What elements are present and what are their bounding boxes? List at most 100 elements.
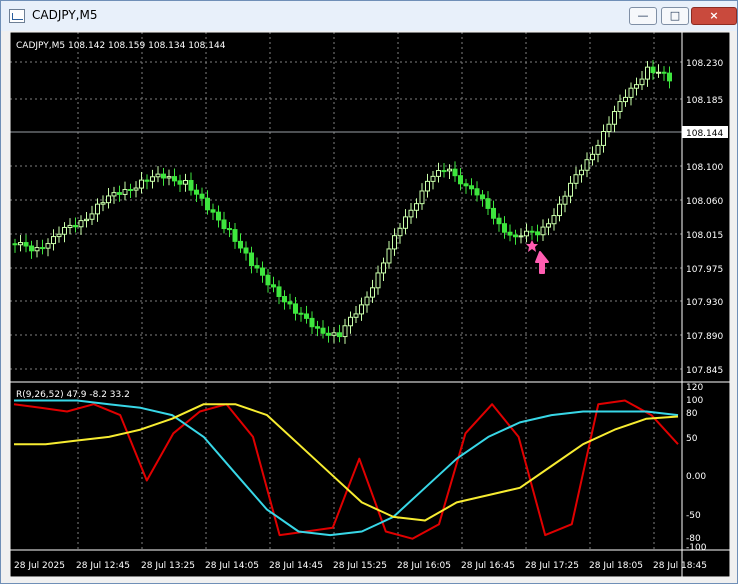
candle-body[interactable]	[634, 84, 639, 89]
candle-body[interactable]	[62, 226, 67, 235]
candle-body[interactable]	[436, 170, 441, 177]
candle-body[interactable]	[337, 332, 342, 338]
candle-body[interactable]	[111, 192, 117, 197]
candle-body[interactable]	[579, 169, 584, 176]
candle-body[interactable]	[491, 207, 496, 219]
candle-body[interactable]	[628, 87, 634, 98]
candle-body[interactable]	[529, 230, 535, 233]
candle-body[interactable]	[106, 195, 111, 204]
candle-body[interactable]	[326, 332, 331, 336]
candle-body[interactable]	[331, 332, 337, 336]
candle-body[interactable]	[73, 224, 78, 228]
candle-body[interactable]	[260, 267, 265, 276]
candle-body[interactable]	[535, 231, 540, 236]
close-button[interactable]: ×	[691, 7, 737, 25]
candle-body[interactable]	[617, 101, 623, 113]
candle-body[interactable]	[34, 247, 40, 252]
candle-body[interactable]	[56, 233, 62, 238]
price-chart-svg[interactable]: CADJPY,M5 108.142 108.159 108.134 108.14…	[10, 32, 730, 577]
candle-body[interactable]	[441, 170, 447, 173]
candle-body[interactable]	[661, 71, 667, 74]
candle-body[interactable]	[584, 159, 590, 171]
candle-body[interactable]	[84, 218, 89, 222]
candle-body[interactable]	[172, 176, 177, 182]
candle-body[interactable]	[188, 180, 194, 191]
candle-body[interactable]	[656, 71, 661, 74]
candle-body[interactable]	[546, 223, 551, 228]
candle-body[interactable]	[650, 66, 656, 74]
candle-body[interactable]	[161, 173, 166, 179]
candle-body[interactable]	[227, 228, 232, 231]
candle-body[interactable]	[117, 192, 122, 195]
candle-body[interactable]	[403, 216, 408, 229]
candle-body[interactable]	[155, 173, 161, 178]
candle-body[interactable]	[601, 131, 606, 146]
candle-body[interactable]	[425, 180, 430, 192]
candle-body[interactable]	[276, 286, 282, 297]
candle-body[interactable]	[293, 303, 298, 314]
candle-body[interactable]	[128, 189, 133, 192]
candle-body[interactable]	[122, 189, 128, 195]
candle-body[interactable]	[513, 234, 518, 238]
candle-body[interactable]	[480, 194, 485, 200]
candle-body[interactable]	[507, 231, 513, 236]
candle-body[interactable]	[397, 227, 403, 237]
candle-body[interactable]	[452, 168, 458, 177]
candle-body[interactable]	[95, 203, 100, 215]
candle-body[interactable]	[320, 327, 326, 334]
candle-body[interactable]	[540, 226, 546, 236]
candle-body[interactable]	[595, 144, 601, 155]
candle-body[interactable]	[78, 220, 84, 228]
candle-body[interactable]	[51, 236, 56, 245]
candle-body[interactable]	[271, 284, 276, 288]
candle-body[interactable]	[562, 195, 568, 205]
candle-body[interactable]	[667, 72, 672, 82]
candle-body[interactable]	[18, 242, 23, 246]
candle-body[interactable]	[623, 96, 628, 103]
candle-body[interactable]	[342, 325, 348, 338]
candle-body[interactable]	[392, 235, 397, 250]
candle-body[interactable]	[144, 179, 150, 182]
candle-body[interactable]	[568, 182, 573, 197]
candle-body[interactable]	[133, 187, 139, 191]
candle-body[interactable]	[606, 123, 612, 133]
candle-body[interactable]	[612, 111, 617, 125]
candle-body[interactable]	[502, 223, 507, 233]
candle-body[interactable]	[469, 185, 474, 190]
candle-body[interactable]	[254, 265, 260, 269]
candle-body[interactable]	[45, 243, 51, 249]
candle-body[interactable]	[40, 247, 45, 250]
candle-body[interactable]	[430, 175, 436, 182]
candle-body[interactable]	[183, 180, 188, 185]
candle-body[interactable]	[370, 287, 375, 298]
restore-button[interactable]: □	[661, 7, 689, 25]
candle-body[interactable]	[238, 240, 243, 249]
candle-body[interactable]	[221, 219, 227, 230]
candle-body[interactable]	[386, 248, 392, 264]
candle-body[interactable]	[590, 153, 595, 161]
candle-body[interactable]	[375, 272, 381, 289]
candle-body[interactable]	[23, 242, 29, 247]
candle-body[interactable]	[304, 313, 309, 319]
candle-body[interactable]	[139, 179, 144, 189]
candle-body[interactable]	[474, 188, 480, 196]
candle-body[interactable]	[573, 174, 579, 184]
candle-body[interactable]	[67, 224, 73, 228]
candle-body[interactable]	[414, 203, 419, 211]
candle-body[interactable]	[282, 295, 287, 303]
candle-body[interactable]	[150, 176, 155, 182]
candle-body[interactable]	[287, 301, 293, 305]
candle-body[interactable]	[359, 304, 364, 315]
candle-body[interactable]	[364, 296, 370, 306]
candle-body[interactable]	[518, 235, 524, 238]
candle-body[interactable]	[353, 313, 359, 318]
candle-body[interactable]	[645, 66, 650, 80]
minimize-button[interactable]: —	[629, 7, 657, 25]
candle-body[interactable]	[419, 190, 425, 205]
candle-body[interactable]	[12, 243, 18, 246]
candle-body[interactable]	[458, 175, 463, 185]
candle-body[interactable]	[177, 180, 183, 185]
candle-body[interactable]	[232, 229, 238, 242]
candle-body[interactable]	[89, 213, 95, 220]
candle-body[interactable]	[485, 198, 491, 209]
